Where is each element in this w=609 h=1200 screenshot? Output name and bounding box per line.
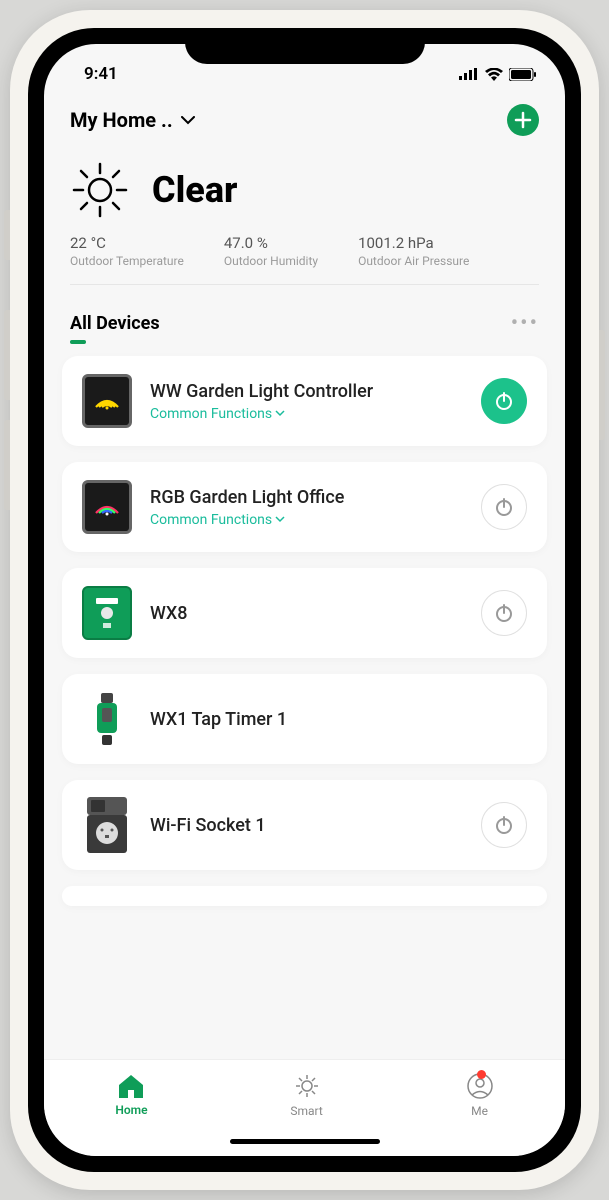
device-card[interactable]: WX8 xyxy=(62,568,547,658)
common-functions-link[interactable]: Common Functions xyxy=(150,406,463,422)
device-name: WX8 xyxy=(150,603,463,624)
common-functions-link[interactable]: Common Functions xyxy=(150,512,463,528)
device-card-partial[interactable] xyxy=(62,886,547,906)
smart-icon xyxy=(293,1072,321,1100)
phone-bezel: 9:41 My Home .. xyxy=(28,28,581,1172)
chevron-down-icon xyxy=(275,410,285,417)
device-info: WX8 xyxy=(150,603,463,624)
device-thumb-socket xyxy=(82,798,132,852)
stat-pressure: 1001.2 hPa Outdoor Air Pressure xyxy=(358,234,469,268)
nav-label: Home xyxy=(115,1103,147,1117)
device-name: Wi-Fi Socket 1 xyxy=(150,815,463,836)
power-button[interactable] xyxy=(481,378,527,424)
power-button[interactable] xyxy=(481,484,527,530)
home-name: My Home .. xyxy=(70,108,173,132)
stat-temperature: 22 °C Outdoor Temperature xyxy=(70,234,184,268)
device-info: WX1 Tap Timer 1 xyxy=(150,709,527,730)
power-button[interactable] xyxy=(481,590,527,636)
app-screen: 9:41 My Home .. xyxy=(44,44,565,1156)
app-header: My Home .. xyxy=(44,94,565,142)
nav-me[interactable]: Me xyxy=(466,1072,494,1118)
nav-label: Me xyxy=(471,1104,488,1118)
device-name: RGB Garden Light Office xyxy=(150,487,463,508)
power-button[interactable] xyxy=(481,802,527,848)
device-card[interactable]: WX1 Tap Timer 1 xyxy=(62,674,547,764)
stat-label: Outdoor Temperature xyxy=(70,254,184,268)
stat-value: 1001.2 hPa xyxy=(358,234,469,252)
nav-home[interactable]: Home xyxy=(115,1073,147,1117)
stat-value: 47.0 % xyxy=(224,234,318,252)
weather-main: Clear xyxy=(70,160,539,220)
bottom-nav: Home Smart Me xyxy=(44,1059,565,1126)
device-thumb-rgb-light xyxy=(82,480,132,534)
nav-smart[interactable]: Smart xyxy=(290,1072,322,1118)
weather-condition: Clear xyxy=(152,169,237,211)
notification-badge xyxy=(477,1070,486,1079)
sun-icon xyxy=(70,160,130,220)
nav-label: Smart xyxy=(290,1104,322,1118)
status-time: 9:41 xyxy=(84,64,118,84)
add-button[interactable] xyxy=(507,104,539,136)
status-icons xyxy=(459,68,537,81)
tab-all-devices[interactable]: All Devices xyxy=(70,313,160,334)
more-dots[interactable]: ••• xyxy=(511,311,539,336)
device-list[interactable]: WW Garden Light Controller Common Functi… xyxy=(44,342,565,1059)
stat-label: Outdoor Air Pressure xyxy=(358,254,469,268)
device-name: WW Garden Light Controller xyxy=(150,381,463,402)
power-icon xyxy=(493,814,515,836)
home-selector[interactable]: My Home .. xyxy=(70,108,195,132)
chevron-down-icon xyxy=(275,516,285,523)
power-icon xyxy=(493,390,515,412)
device-info: WW Garden Light Controller Common Functi… xyxy=(150,381,463,422)
device-name: WX1 Tap Timer 1 xyxy=(150,709,527,730)
wifi-icon xyxy=(485,68,503,81)
home-icon xyxy=(117,1073,145,1099)
battery-icon xyxy=(509,68,537,81)
device-thumb-wx8 xyxy=(82,586,132,640)
phone-notch xyxy=(185,28,425,64)
phone-frame: 9:41 My Home .. xyxy=(10,10,599,1190)
plus-icon xyxy=(514,111,532,129)
device-card[interactable]: RGB Garden Light Office Common Functions xyxy=(62,462,547,552)
chevron-down-icon xyxy=(181,116,195,125)
power-icon xyxy=(493,496,515,518)
device-thumb-wx1 xyxy=(82,692,132,746)
device-info: Wi-Fi Socket 1 xyxy=(150,815,463,836)
home-indicator[interactable] xyxy=(230,1139,380,1144)
power-icon xyxy=(493,602,515,624)
device-info: RGB Garden Light Office Common Functions xyxy=(150,487,463,528)
weather-section[interactable]: Clear 22 °C Outdoor Temperature 47.0 % O… xyxy=(44,142,565,295)
home-indicator-area xyxy=(44,1126,565,1156)
device-card[interactable]: WW Garden Light Controller Common Functi… xyxy=(62,356,547,446)
weather-stats: 22 °C Outdoor Temperature 47.0 % Outdoor… xyxy=(70,234,539,285)
device-thumb-ww-light xyxy=(82,374,132,428)
stat-value: 22 °C xyxy=(70,234,184,252)
device-card[interactable]: Wi-Fi Socket 1 xyxy=(62,780,547,870)
stat-label: Outdoor Humidity xyxy=(224,254,318,268)
cellular-icon xyxy=(459,68,479,80)
stat-humidity: 47.0 % Outdoor Humidity xyxy=(224,234,318,268)
tabs-row: All Devices ••• xyxy=(44,295,565,342)
